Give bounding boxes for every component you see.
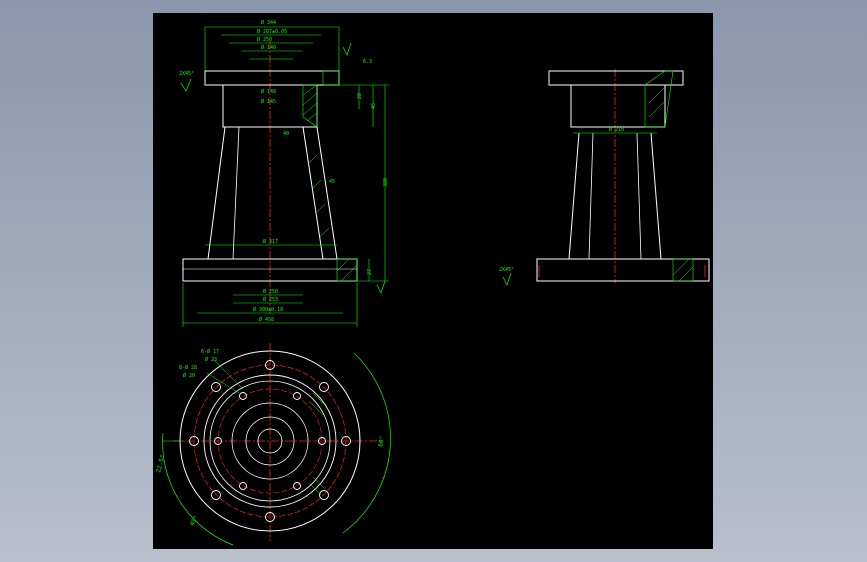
dim-base-fit: Ø 390±0.10: [253, 306, 283, 313]
dim-side-mid: Ø 210: [609, 126, 624, 133]
dim-holes-b-cb: Ø 20: [183, 372, 195, 379]
dim-holes-a: 6-Ø 17: [201, 348, 219, 355]
bolt-hole: [319, 382, 329, 392]
dim-taper: 40: [283, 131, 289, 137]
dim-height-b: 28: [357, 93, 363, 99]
dim-side-chamfer: 2X45°: [499, 267, 514, 273]
bolt-hole: [211, 490, 221, 500]
angle-arc-left: [162, 432, 234, 546]
dim-height-total: 380: [383, 178, 389, 187]
side-hub: [570, 84, 666, 128]
top-flange: [204, 70, 340, 86]
dim-holes-b: 8-Ø 28: [179, 364, 197, 371]
dim-bore: Ø 148: [261, 88, 276, 95]
dim-top-inner: Ø 250: [257, 36, 272, 43]
dim-holes-a-cb: Ø 23: [205, 356, 217, 363]
dim-base-inner: Ø 317: [263, 238, 278, 245]
roughness-symbol: [342, 42, 352, 56]
dim-angle: 45: [329, 179, 335, 185]
side-view: Ø 210 2X45°: [499, 69, 710, 286]
side-hub-hatch: [644, 70, 674, 128]
dim-top-fit: Ø 287±0.05: [257, 28, 287, 35]
side-top-flange: [548, 70, 684, 86]
cone-left-inner: [232, 126, 240, 260]
roughness-symbol: [502, 272, 512, 286]
dim-base-bore: Ø 250: [263, 288, 278, 295]
dim-angle-c: 45°: [189, 515, 200, 528]
side-base-flange: [536, 258, 710, 282]
cad-drawing: Ø 344 Ø 287±0.05 Ø 250 Ø 140 Ø 148 Ø 145…: [155, 19, 710, 546]
cad-drawing-viewport[interactable]: Ø 344 Ø 287±0.05 Ø 250 Ø 140 Ø 148 Ø 145…: [153, 13, 713, 549]
roughness-symbol: [180, 78, 192, 92]
side-cone-right: [650, 132, 662, 260]
dim-roughness: 6.3: [363, 59, 372, 65]
front-view: Ø 344 Ø 287±0.05 Ø 250 Ø 140 Ø 148 Ø 145…: [179, 19, 389, 327]
dim-flange-t: 27: [367, 269, 373, 275]
bolt-hole: [211, 382, 221, 392]
dim-base-bore2: Ø 253: [263, 296, 278, 303]
base-flange-hatch: [336, 258, 358, 282]
plan-view: 6-Ø 17 Ø 23 8-Ø 28 Ø 20 60° 22.5° 45°: [155, 343, 391, 546]
dim-top-mid: Ø 140: [261, 44, 276, 51]
roughness-symbol: [376, 280, 386, 294]
dim-angle-a: 60°: [377, 435, 386, 447]
bolt-hole: [293, 392, 301, 400]
dim-bore2: Ø 145: [261, 98, 276, 105]
cone-left-outer: [207, 126, 226, 260]
dim-height-a: 45: [371, 103, 377, 109]
side-cone-left: [568, 132, 580, 260]
top-flange-hatch: [322, 70, 340, 86]
dim-chamfer-front: 2X45°: [179, 71, 194, 77]
bolt-hole: [239, 392, 247, 400]
hub-hatch: [302, 84, 318, 128]
dim-top-outer: Ø 344: [261, 19, 276, 26]
dim-base-outer: Ø 458: [259, 316, 274, 323]
bolt-hole: [239, 482, 247, 490]
bolt-hole: [293, 482, 301, 490]
